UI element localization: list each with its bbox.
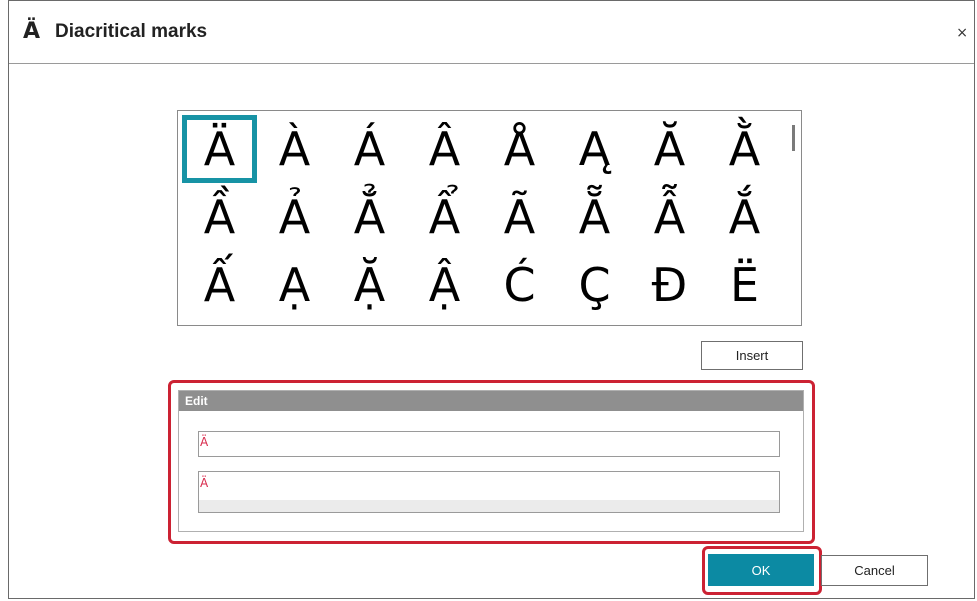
title-bar: Ä Diacritical marks × [9,1,974,64]
character-cell[interactable]: Ã [482,183,557,251]
grid-scrollbar[interactable] [787,111,801,325]
character-cell[interactable]: Ẫ [632,183,707,251]
cancel-button[interactable]: Cancel [821,555,928,586]
close-icon[interactable]: × [956,25,968,41]
character-cell[interactable]: Ặ [332,251,407,319]
character-grid-panel: ÄÀÁÂÅĄĂẰ ẦẢẲẨÃẴẪẮ ẤẠẶẬĆÇĐË [177,110,802,326]
character-cell[interactable]: Ă [632,115,707,183]
edit-field-2[interactable]: Ä [198,471,780,513]
edit-group: Edit Ä Ä [178,390,804,532]
character-cell[interactable]: Ç [557,251,632,319]
character-cell[interactable]: Ấ [182,251,257,319]
character-cell[interactable]: Â [407,115,482,183]
character-cell[interactable]: Ắ [707,183,782,251]
character-cell[interactable]: Ë [707,251,782,319]
edit-field-2-text: Ä [200,476,209,490]
scrollbar-thumb[interactable] [792,125,795,151]
ok-button[interactable]: OK [708,554,814,586]
insert-button[interactable]: Insert [701,341,803,370]
character-cell[interactable]: Á [332,115,407,183]
character-cell[interactable]: Ą [557,115,632,183]
diacritic-app-icon: Ä [23,19,41,44]
character-cell[interactable]: Ạ [257,251,332,319]
character-cell[interactable]: Å [482,115,557,183]
edit-field-1[interactable]: Ä [198,431,780,457]
character-cell[interactable]: À [257,115,332,183]
character-cell[interactable]: Ẩ [407,183,482,251]
character-cell[interactable]: Đ [632,251,707,319]
character-cell[interactable]: Ậ [407,251,482,319]
character-cell[interactable]: Ẳ [332,183,407,251]
character-cell[interactable]: Ć [482,251,557,319]
character-cell[interactable]: Ä [182,115,257,183]
edit-field-2-strip [199,500,779,512]
character-cell[interactable]: Ầ [182,183,257,251]
character-cell[interactable]: Ẵ [557,183,632,251]
character-cell[interactable]: Ả [257,183,332,251]
character-grid: ÄÀÁÂÅĄĂẰ ẦẢẲẨÃẴẪẮ ẤẠẶẬĆÇĐË [182,115,782,321]
dialog-title: Diacritical marks [55,21,208,42]
character-cell[interactable]: Ằ [707,115,782,183]
edit-header: Edit [179,391,803,411]
